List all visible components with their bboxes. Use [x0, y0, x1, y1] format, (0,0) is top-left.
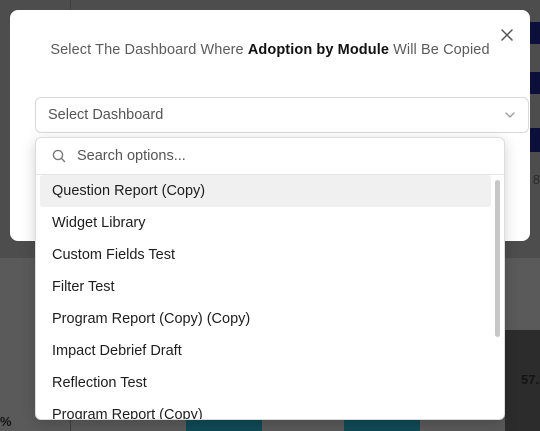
modal-title: Select The Dashboard Where Adoption by M…: [10, 42, 530, 58]
modal-title-prefix: Select The Dashboard Where: [50, 42, 248, 58]
chevron-down-icon: [504, 109, 516, 121]
option-item[interactable]: Filter Test: [40, 271, 491, 303]
option-item[interactable]: Impact Debrief Draft: [40, 335, 491, 367]
option-item[interactable]: Custom Fields Test: [40, 239, 491, 271]
option-item[interactable]: Program Report (Copy): [40, 399, 491, 419]
close-button[interactable]: [498, 26, 516, 44]
close-icon: [501, 29, 513, 41]
dropdown-search: [36, 138, 504, 175]
option-item[interactable]: Program Report (Copy) (Copy): [40, 303, 491, 335]
dashboard-select-placeholder: Select Dashboard: [48, 107, 164, 123]
dropdown-scrollbar[interactable]: [495, 180, 500, 337]
background-value: %: [0, 414, 12, 429]
background-value: 57.: [521, 372, 540, 387]
option-item[interactable]: Reflection Test: [40, 367, 491, 399]
search-input[interactable]: [75, 147, 479, 165]
dashboard-select[interactable]: Select Dashboard: [35, 97, 529, 133]
option-list: Question Report (Copy) Widget Library Cu…: [36, 175, 504, 419]
modal-title-suffix: Will Be Copied: [389, 42, 490, 58]
search-icon: [52, 149, 66, 163]
modal-title-widget-name: Adoption by Module: [247, 42, 389, 58]
dashboard-dropdown: Question Report (Copy) Widget Library Cu…: [35, 137, 505, 420]
option-item[interactable]: Widget Library: [40, 207, 491, 239]
option-item[interactable]: Question Report (Copy): [40, 175, 491, 207]
background-value: 8: [532, 172, 540, 187]
